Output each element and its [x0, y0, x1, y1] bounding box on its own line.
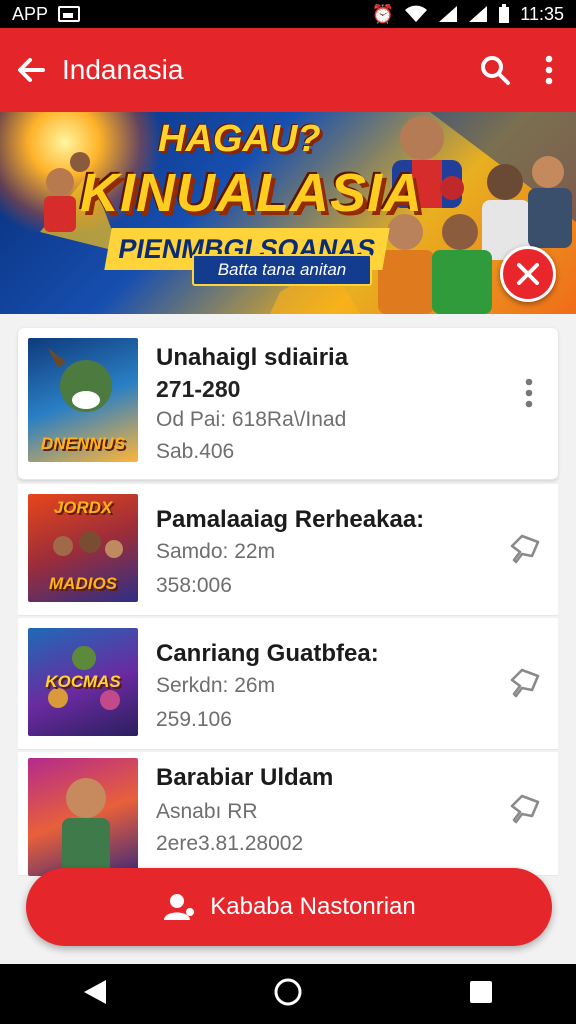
- banner-tagline: Batta tana anitan: [192, 254, 372, 286]
- signal-icon: [439, 6, 458, 22]
- wifi-icon: [405, 5, 428, 22]
- square-recents-icon: [469, 980, 492, 1003]
- status-bar: APP ⏰ 11:35: [0, 0, 576, 28]
- item-thumbnail: DNENNUS: [28, 338, 138, 462]
- primary-action-label: Kababa Nastonrian: [210, 893, 416, 920]
- toolbar-title: Indanasia: [62, 54, 184, 85]
- item-title: Barabiar Uldam: [156, 764, 334, 791]
- list-item[interactable]: Barabiar Uldam Asnabı RR 2ere3.81.28002: [18, 752, 558, 876]
- thumb-title: KOCMAS: [45, 672, 121, 691]
- thumb-title: JORDX: [53, 498, 113, 517]
- pin-icon: [510, 668, 540, 698]
- promo-banner[interactable]: HAGAU? KINUALASIA PIENMBGI SOANAS Batta …: [0, 112, 576, 314]
- app-toolbar: Indanasia: [0, 28, 576, 112]
- item-stats: Sab.406: [156, 440, 235, 463]
- item-stats: 2ere3.81.28002: [156, 832, 304, 855]
- image-icon: [58, 6, 81, 22]
- item-details: Asnabı RR: [156, 800, 258, 823]
- list-item[interactable]: DNENNUS Unahaigl sdiairia 271-280 Od Pai…: [18, 328, 558, 480]
- pin-icon: [510, 534, 540, 564]
- item-thumbnail: KOCMAS: [28, 628, 138, 736]
- triangle-back-icon: [84, 979, 107, 1004]
- pin-icon: [510, 794, 540, 824]
- more-options-button[interactable]: [522, 28, 576, 112]
- item-details: Od Pai: 618Ra\/Inad: [156, 408, 347, 431]
- nav-home-button[interactable]: [273, 977, 303, 1012]
- system-nav-bar: [0, 964, 576, 1024]
- pin-button[interactable]: [508, 792, 542, 826]
- close-banner-button[interactable]: [500, 246, 556, 302]
- signal-icon: [469, 6, 488, 22]
- search-button[interactable]: [468, 28, 522, 112]
- thumb-subtitle: MADIOS: [49, 574, 117, 593]
- item-thumbnail: [28, 758, 138, 876]
- status-app-label: APP: [12, 3, 49, 24]
- thumb-art: [62, 778, 110, 876]
- arrow-left-icon: [18, 58, 45, 82]
- item-stats: 259.106: [156, 708, 232, 731]
- status-time: 11:35: [520, 3, 564, 24]
- user-icon: [164, 894, 195, 920]
- list-item[interactable]: JORDX MADIOS Pamalaaiag Rerheakaa: Samdo…: [18, 484, 558, 616]
- circle-home-icon: [274, 978, 302, 1005]
- alarm-icon: ⏰: [371, 3, 395, 24]
- battery-icon: [499, 4, 510, 23]
- item-range: 271-280: [156, 376, 241, 402]
- item-details: Samdo: 22m: [156, 540, 276, 563]
- item-thumbnail: JORDX MADIOS: [28, 494, 138, 602]
- back-button[interactable]: [0, 28, 62, 112]
- more-vertical-icon: [525, 378, 533, 408]
- nav-recents-button[interactable]: [468, 979, 494, 1010]
- close-icon: [517, 263, 539, 285]
- pin-button[interactable]: [508, 666, 542, 700]
- item-title: Unahaigl sdiairia: [156, 344, 349, 371]
- list-item[interactable]: KOCMAS Canriang Guatbfea: Serkdn: 26m 25…: [18, 618, 558, 750]
- banner-headline-1: HAGAU?: [158, 118, 321, 160]
- primary-action-button[interactable]: Kababa Nastonrian: [26, 868, 552, 946]
- item-more-button[interactable]: [524, 378, 534, 413]
- search-icon: [481, 56, 510, 85]
- item-title: Canriang Guatbfea:: [156, 640, 379, 667]
- item-stats: 358:006: [156, 574, 232, 597]
- more-vertical-icon: [545, 55, 553, 85]
- banner-headline-2: KINUALASIA: [80, 163, 423, 223]
- item-title: Pamalaaiag Rerheakaa:: [156, 506, 425, 533]
- thumb-title: DNENNUS: [40, 434, 126, 453]
- item-details: Serkdn: 26m: [156, 674, 276, 697]
- nav-back-button[interactable]: [82, 978, 108, 1011]
- pin-button[interactable]: [508, 532, 542, 566]
